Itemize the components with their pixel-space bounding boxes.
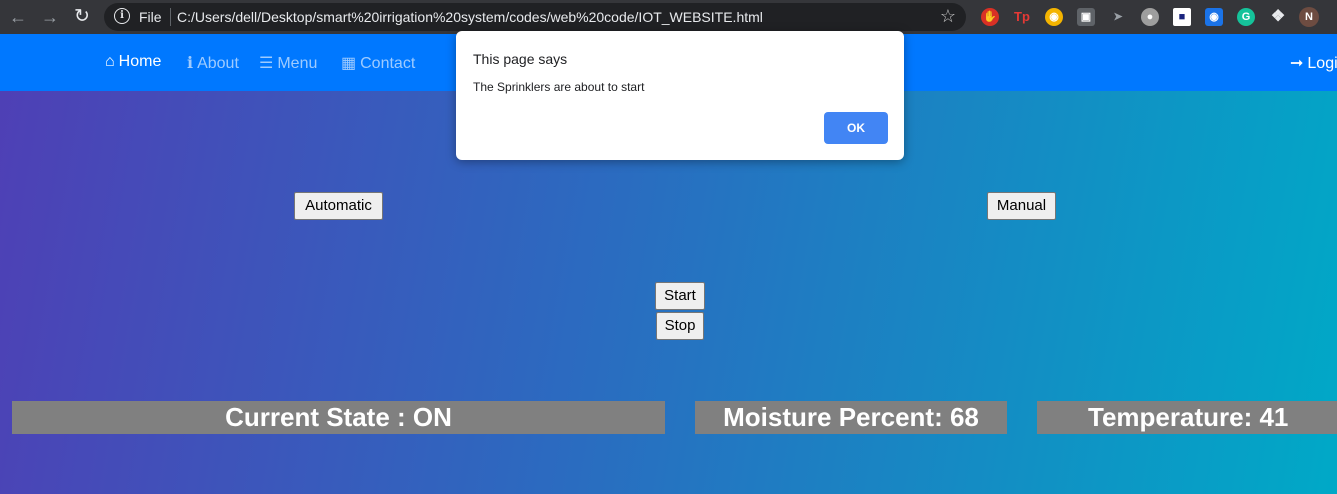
stop-button[interactable]: Stop [656,312,704,340]
temperature-panel: Temperature: 41 [1037,401,1337,434]
nav-contact-label: Contact [360,55,416,72]
info-icon[interactable]: i [114,8,130,24]
ok-button[interactable]: OK [824,112,888,144]
capture-extension-icon[interactable]: ◉ [1205,8,1223,26]
info-icon: i [187,53,194,72]
list-icon: ☰ [259,55,274,72]
nav-login[interactable]: ➞Login [1290,53,1337,73]
file-scheme-label: File [139,9,162,25]
adblock-extension-icon[interactable]: ✋ [981,8,999,26]
dialog-message: The Sprinklers are about to start [473,80,645,94]
automatic-button[interactable]: Automatic [294,192,383,220]
reload-icon[interactable]: ↻ [72,7,92,27]
moisture-panel: Moisture Percent: 68 [695,401,1007,434]
nav-home[interactable]: ⌂ Home [105,53,161,71]
browser-toolbar: ← → ↻ i File C:/Users/dell/Desktop/smart… [0,0,1337,34]
rocket-extension-icon[interactable]: ➤ [1109,8,1127,26]
address-separator [170,8,171,26]
sign-in-icon: ➞ [1290,55,1304,72]
tp-extension-icon[interactable]: Tp [1013,8,1031,26]
dialog-title: This page says [473,51,568,67]
nav-menu[interactable]: ☰ Menu [259,53,317,73]
extensions-puzzle-icon[interactable]: ❖ [1269,8,1287,26]
alert-dialog: This page says The Sprinklers are about … [456,31,904,160]
address-bar[interactable]: i File C:/Users/dell/Desktop/smart%20irr… [104,3,966,31]
bookmark-star-icon[interactable]: ☆ [940,6,956,27]
home-icon: ⌂ [105,53,115,70]
address-card-icon: ▦ [341,55,357,72]
start-button[interactable]: Start [655,282,705,310]
circle-extension-icon[interactable]: ● [1141,8,1159,26]
flag-extension-icon[interactable]: ■ [1173,8,1191,26]
nav-about[interactable]: i About [187,53,239,73]
nav-home-label: Home [118,53,162,70]
grammarly-icon[interactable]: G [1237,8,1255,26]
screen-extension-icon[interactable]: ▣ [1077,8,1095,26]
url-text[interactable]: C:/Users/dell/Desktop/smart%20irrigation… [177,9,763,25]
nav-contact[interactable]: ▦ Contact [341,53,415,73]
forward-arrow-icon[interactable]: → [40,7,60,27]
profile-avatar[interactable]: N [1299,7,1319,27]
back-arrow-icon[interactable]: ← [8,7,28,27]
nav-about-label: About [197,55,239,72]
owl-extension-icon[interactable]: ◉ [1045,8,1063,26]
nav-login-label: Login [1307,55,1337,72]
current-state-panel: Current State : ON [12,401,665,434]
nav-menu-label: Menu [277,55,318,72]
manual-button[interactable]: Manual [987,192,1056,220]
